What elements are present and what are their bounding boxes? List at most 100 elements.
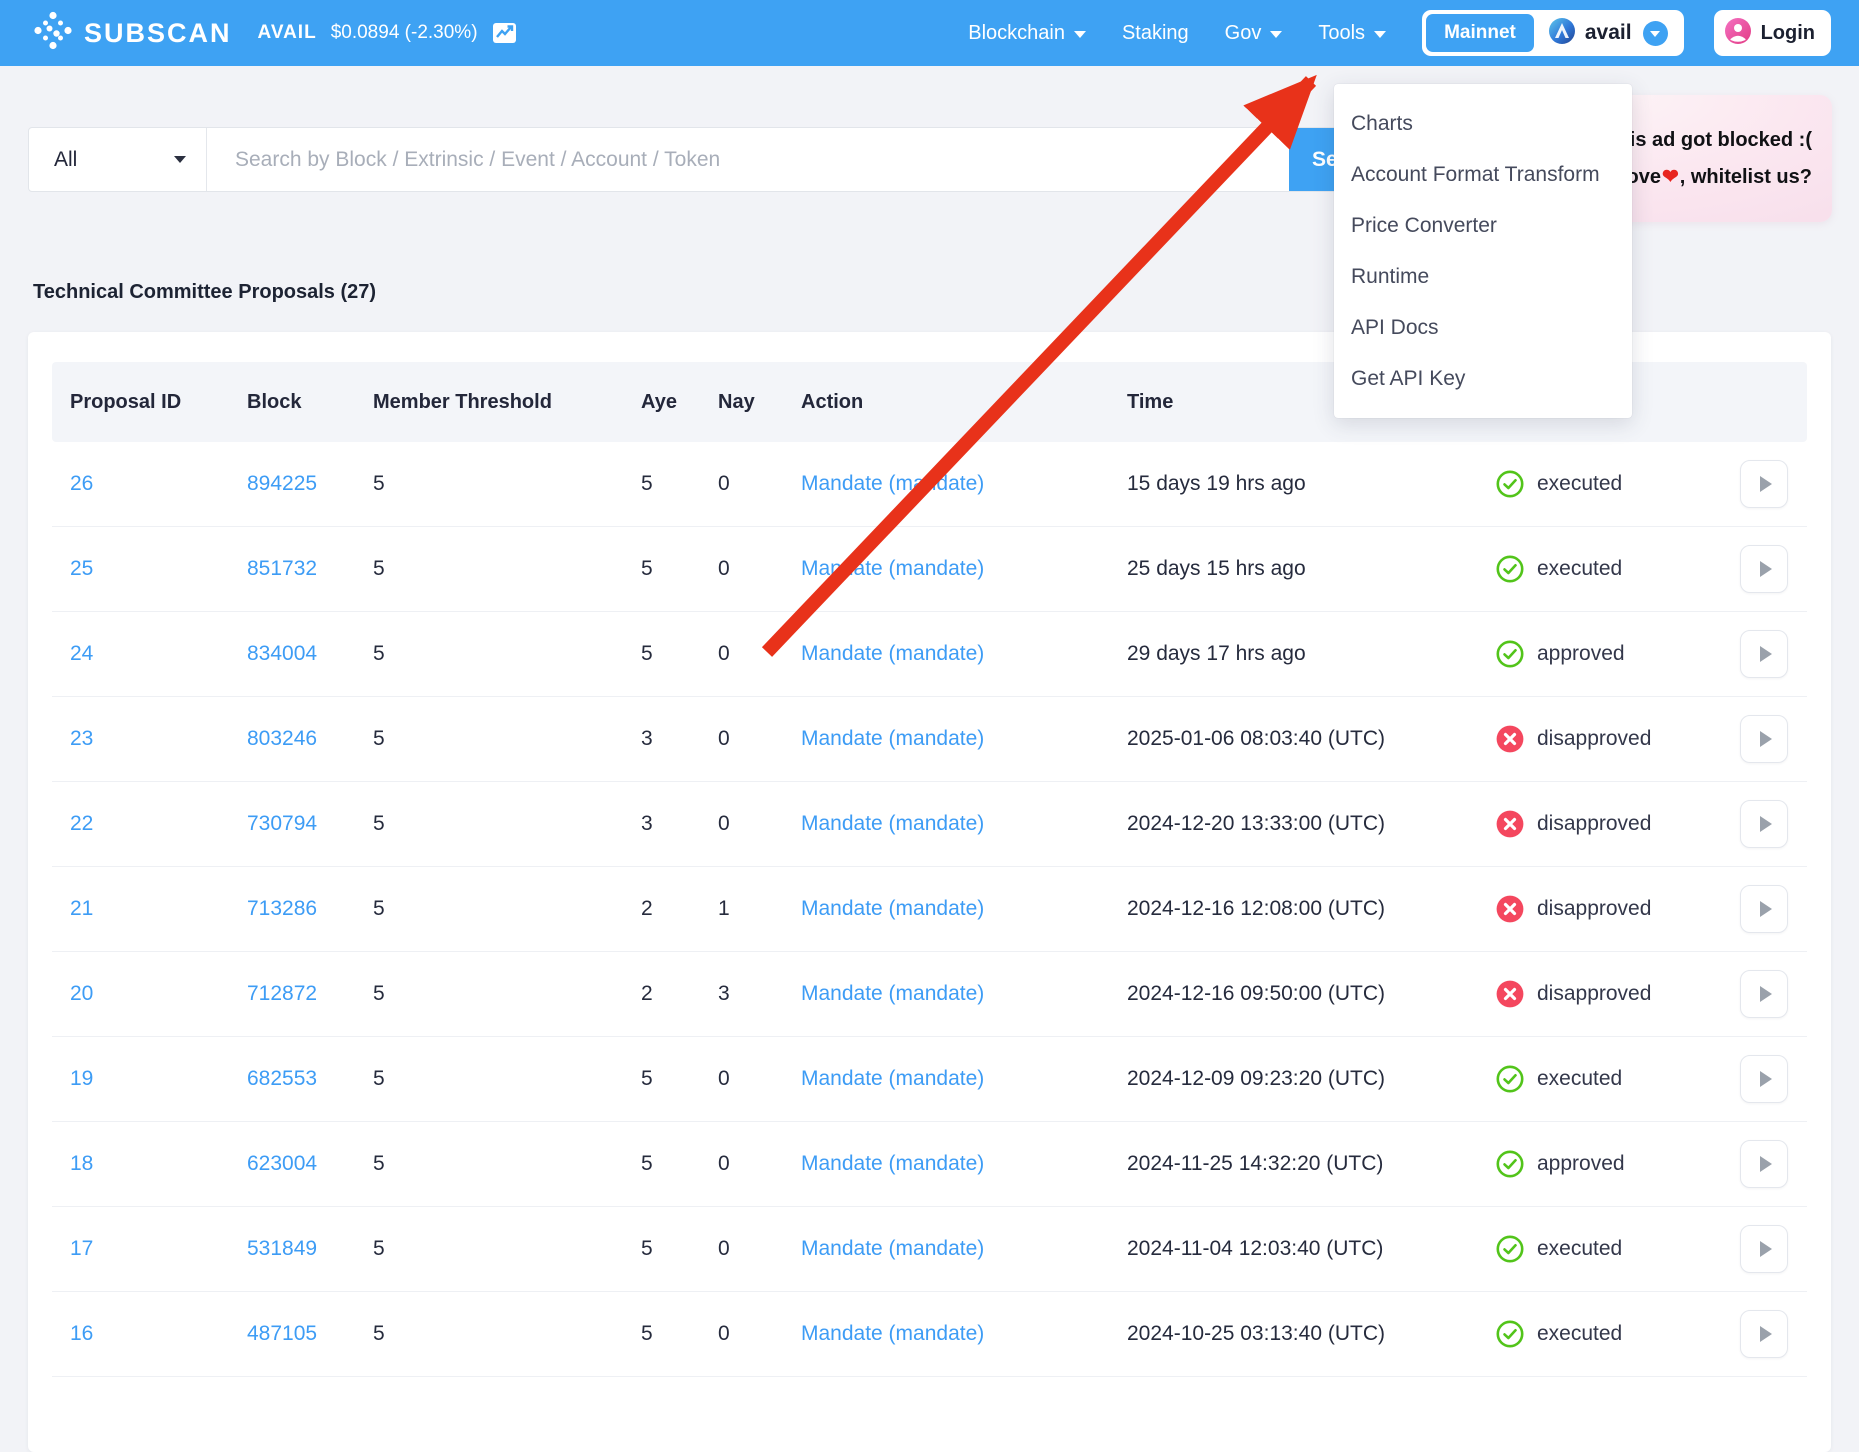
expand-row-button[interactable] <box>1740 1140 1788 1188</box>
menu-item-runtime[interactable]: Runtime <box>1334 251 1632 302</box>
expand-row-button[interactable] <box>1740 715 1788 763</box>
network-name: avail <box>1585 21 1632 45</box>
proposal-id-link[interactable]: 20 <box>70 982 93 1005</box>
status-x-icon <box>1496 810 1524 838</box>
chevron-down-icon <box>1643 21 1668 46</box>
status-check-icon <box>1496 555 1524 583</box>
member-threshold-value: 5 <box>355 472 623 496</box>
nav-item-tools[interactable]: Tools <box>1318 22 1386 45</box>
expand-row-button[interactable] <box>1740 1225 1788 1273</box>
expand-row-button[interactable] <box>1740 460 1788 508</box>
expand-row-button[interactable] <box>1740 885 1788 933</box>
search-input[interactable] <box>207 128 1289 191</box>
user-icon <box>1724 17 1752 50</box>
menu-item-account-format-transform[interactable]: Account Format Transform <box>1334 149 1632 200</box>
status-label: executed <box>1537 557 1622 581</box>
action-link[interactable]: Mandate (mandate) <box>801 727 984 750</box>
proposal-id-link[interactable]: 22 <box>70 812 93 835</box>
nay-value: 0 <box>700 1237 783 1261</box>
chevron-right-icon <box>1760 816 1772 832</box>
action-link[interactable]: Mandate (mandate) <box>801 1237 984 1260</box>
token-symbol: AVAIL <box>258 22 317 44</box>
time-value: 2024-11-04 12:03:40 (UTC) <box>1109 1237 1478 1261</box>
status-check-icon <box>1496 1150 1524 1178</box>
subscan-logo[interactable]: SUBSCAN <box>32 9 232 58</box>
block-link[interactable]: 531849 <box>247 1237 317 1260</box>
proposal-id-link[interactable]: 21 <box>70 897 93 920</box>
status-x-icon <box>1496 980 1524 1008</box>
block-link[interactable]: 851732 <box>247 557 317 580</box>
expand-row-button[interactable] <box>1740 630 1788 678</box>
expand-row-button[interactable] <box>1740 800 1788 848</box>
table-row: 16 487105 5 5 0 Mandate (mandate) 2024-1… <box>52 1292 1807 1377</box>
proposal-id-link[interactable]: 25 <box>70 557 93 580</box>
proposal-id-link[interactable]: 17 <box>70 1237 93 1260</box>
time-value: 29 days 17 hrs ago <box>1109 642 1478 666</box>
status-check-icon <box>1496 470 1524 498</box>
caret-down-icon <box>1270 31 1282 38</box>
action-link[interactable]: Mandate (mandate) <box>801 982 984 1005</box>
block-link[interactable]: 730794 <box>247 812 317 835</box>
nav-item-gov[interactable]: Gov <box>1225 22 1283 45</box>
block-link[interactable]: 623004 <box>247 1152 317 1175</box>
network-dropdown[interactable]: avail <box>1534 17 1680 50</box>
proposal-id-link[interactable]: 23 <box>70 727 93 750</box>
action-link[interactable]: Mandate (mandate) <box>801 1067 984 1090</box>
aye-value: 5 <box>623 1237 700 1261</box>
proposal-id-link[interactable]: 16 <box>70 1322 93 1345</box>
action-link[interactable]: Mandate (mandate) <box>801 642 984 665</box>
login-label: Login <box>1761 22 1815 45</box>
time-value: 25 days 15 hrs ago <box>1109 557 1478 581</box>
action-link[interactable]: Mandate (mandate) <box>801 472 984 495</box>
block-link[interactable]: 682553 <box>247 1067 317 1090</box>
nay-value: 0 <box>700 472 783 496</box>
nav-item-blockchain[interactable]: Blockchain <box>968 22 1086 45</box>
time-value: 15 days 19 hrs ago <box>1109 472 1478 496</box>
action-link[interactable]: Mandate (mandate) <box>801 1152 984 1175</box>
status-cell: approved <box>1478 640 1722 668</box>
mainnet-button[interactable]: Mainnet <box>1426 14 1534 52</box>
proposal-id-link[interactable]: 26 <box>70 472 93 495</box>
table-row: 25 851732 5 5 0 Mandate (mandate) 25 day… <box>52 527 1807 612</box>
caret-down-icon <box>1074 31 1086 38</box>
nay-value: 3 <box>700 982 783 1006</box>
expand-row-button[interactable] <box>1740 970 1788 1018</box>
block-link[interactable]: 803246 <box>247 727 317 750</box>
brand-name: SUBSCAN <box>84 18 232 49</box>
action-link[interactable]: Mandate (mandate) <box>801 557 984 580</box>
block-link[interactable]: 713286 <box>247 897 317 920</box>
menu-item-charts[interactable]: Charts <box>1334 98 1632 149</box>
action-link[interactable]: Mandate (mandate) <box>801 812 984 835</box>
menu-item-api-docs[interactable]: API Docs <box>1334 302 1632 353</box>
member-threshold-value: 5 <box>355 1152 623 1176</box>
price-chart-icon[interactable] <box>492 21 517 45</box>
action-link[interactable]: Mandate (mandate) <box>801 897 984 920</box>
nav-item-staking[interactable]: Staking <box>1122 22 1189 45</box>
proposal-id-link[interactable]: 18 <box>70 1152 93 1175</box>
block-link[interactable]: 712872 <box>247 982 317 1005</box>
action-link[interactable]: Mandate (mandate) <box>801 1322 984 1345</box>
expand-row-button[interactable] <box>1740 1055 1788 1103</box>
proposal-id-link[interactable]: 19 <box>70 1067 93 1090</box>
block-link[interactable]: 487105 <box>247 1322 317 1345</box>
member-threshold-value: 5 <box>355 727 623 751</box>
aye-value: 5 <box>623 557 700 581</box>
nav-item-label: Staking <box>1122 22 1189 45</box>
menu-item-price-converter[interactable]: Price Converter <box>1334 200 1632 251</box>
expand-row-button[interactable] <box>1740 545 1788 593</box>
block-link[interactable]: 894225 <box>247 472 317 495</box>
expand-row-button[interactable] <box>1740 1310 1788 1358</box>
proposal-id-link[interactable]: 24 <box>70 642 93 665</box>
status-check-icon <box>1496 1235 1524 1263</box>
ad-line-1: This ad got blocked :( <box>1605 122 1812 159</box>
login-button[interactable]: Login <box>1714 10 1831 56</box>
menu-item-get-api-key[interactable]: Get API Key <box>1334 353 1632 404</box>
block-link[interactable]: 834004 <box>247 642 317 665</box>
status-cell: disapproved <box>1478 725 1722 753</box>
search-filter-select[interactable]: All <box>29 128 207 191</box>
time-value: 2024-10-25 03:13:40 (UTC) <box>1109 1322 1478 1346</box>
status-cell: disapproved <box>1478 980 1722 1008</box>
status-cell: executed <box>1478 1320 1722 1348</box>
caret-down-icon <box>174 156 186 163</box>
chevron-right-icon <box>1760 561 1772 577</box>
